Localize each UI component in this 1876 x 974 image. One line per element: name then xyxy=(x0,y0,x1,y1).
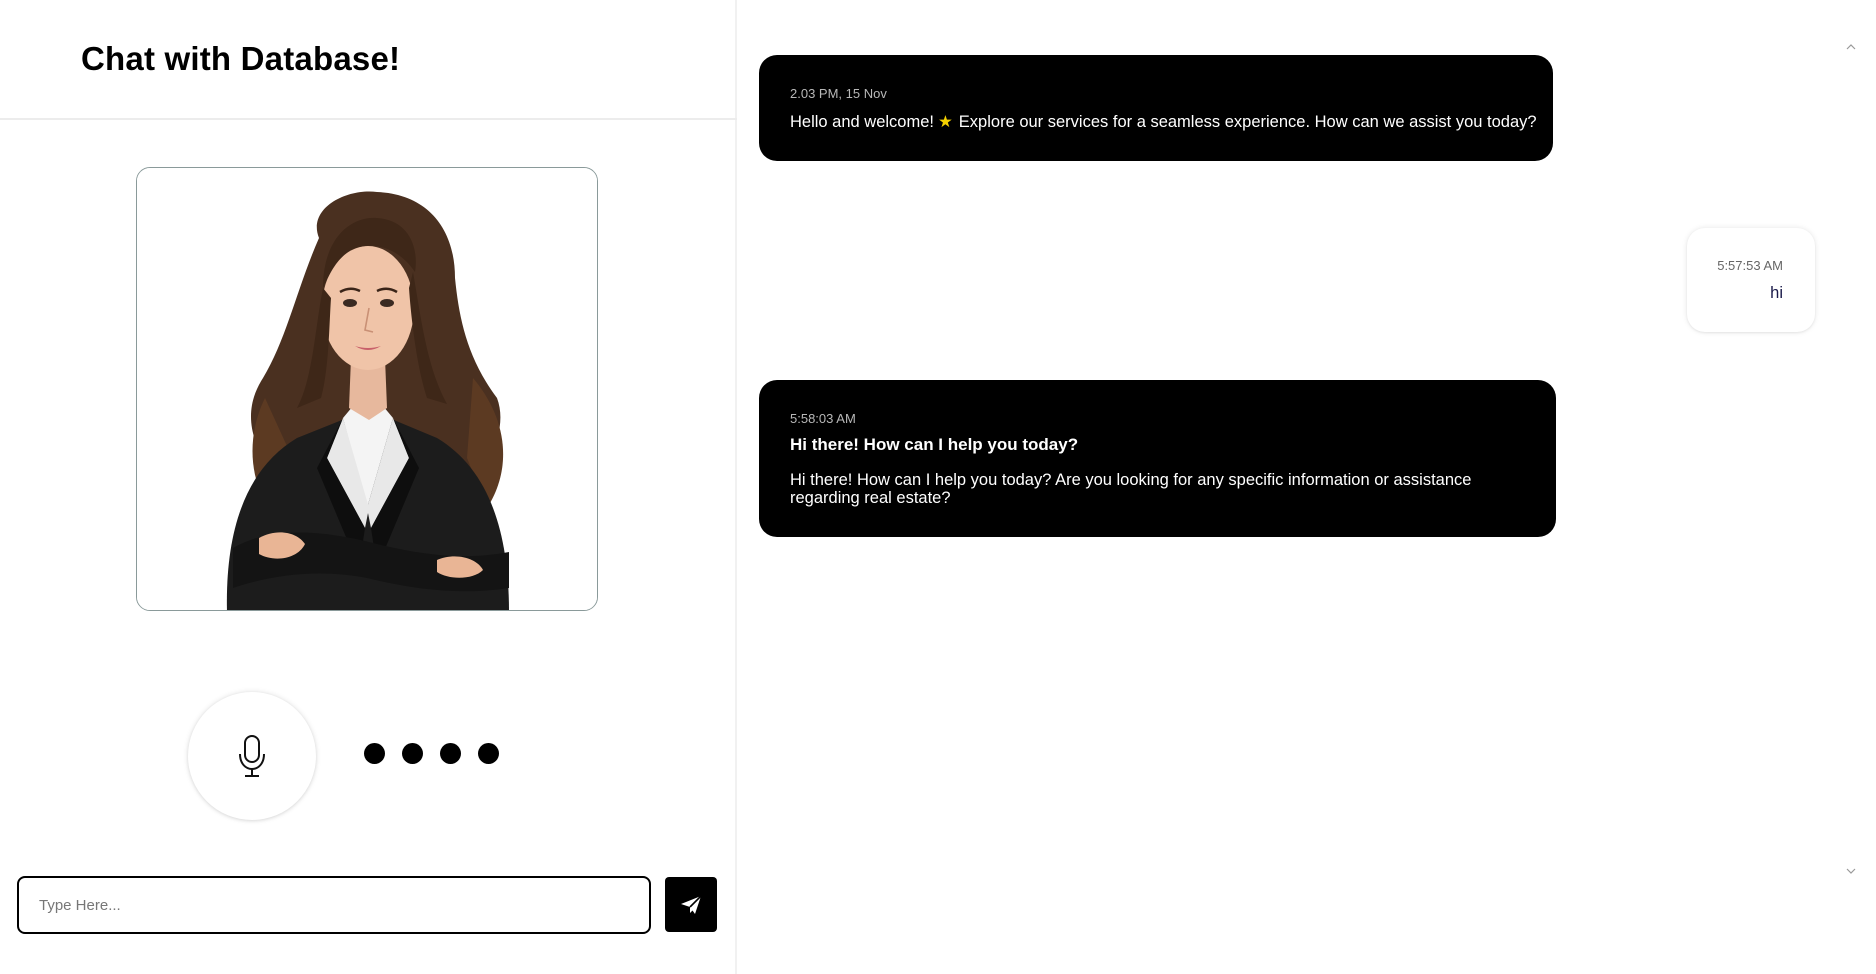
message-text-part: Explore our services for a seamless expe… xyxy=(958,113,1537,131)
typing-dot xyxy=(364,743,385,764)
typing-dot xyxy=(478,743,499,764)
typing-indicator xyxy=(364,743,499,767)
page-title: Chat with Database! xyxy=(81,40,401,77)
assistant-avatar xyxy=(136,167,598,611)
message-text: Hello and welcome! ★ Explore our services … xyxy=(790,113,1537,131)
message-input[interactable] xyxy=(39,878,649,932)
message-text-part: Hello and welcome! xyxy=(790,113,934,131)
assistant-portrait xyxy=(137,168,597,610)
chevron-up-icon xyxy=(1846,44,1856,50)
send-button[interactable] xyxy=(665,877,717,932)
microphone-icon xyxy=(239,735,265,777)
left-panel: Chat with Database! xyxy=(0,0,737,974)
scroll-down-button[interactable] xyxy=(1844,864,1858,878)
app-root: Chat with Database! Type Here... 2.03 PM… xyxy=(0,0,1876,974)
user-message: 5:57:53 AM hi xyxy=(1687,228,1815,332)
chat-panel: 2.03 PM, 15 Nov Hello and welcome! ★ Explo… xyxy=(739,0,1876,974)
message-timestamp: 2.03 PM, 15 Nov xyxy=(790,86,887,101)
scroll-up-button[interactable] xyxy=(1844,40,1858,54)
message-heading: Hi there! How can I help you today? xyxy=(790,435,1079,454)
star-icon: ★ xyxy=(938,113,953,131)
message-text: Hi there! How can I help you today? Are … xyxy=(790,471,1472,507)
message-timestamp: 5:58:03 AM xyxy=(790,411,856,426)
bot-message: 2.03 PM, 15 Nov Hello and welcome! ★ Explo… xyxy=(759,55,1553,161)
bot-message: 5:58:03 AM Hi there! How can I help you … xyxy=(759,380,1556,537)
typing-dot xyxy=(440,743,461,764)
paper-plane-icon xyxy=(681,894,702,914)
message-text: hi xyxy=(1770,284,1783,302)
typing-dot xyxy=(402,743,423,764)
left-header: Chat with Database! xyxy=(0,0,737,120)
microphone-button[interactable] xyxy=(188,692,316,820)
message-input-wrapper xyxy=(17,876,651,934)
chevron-down-icon xyxy=(1846,868,1856,874)
message-timestamp: 5:57:53 AM xyxy=(1717,258,1783,273)
